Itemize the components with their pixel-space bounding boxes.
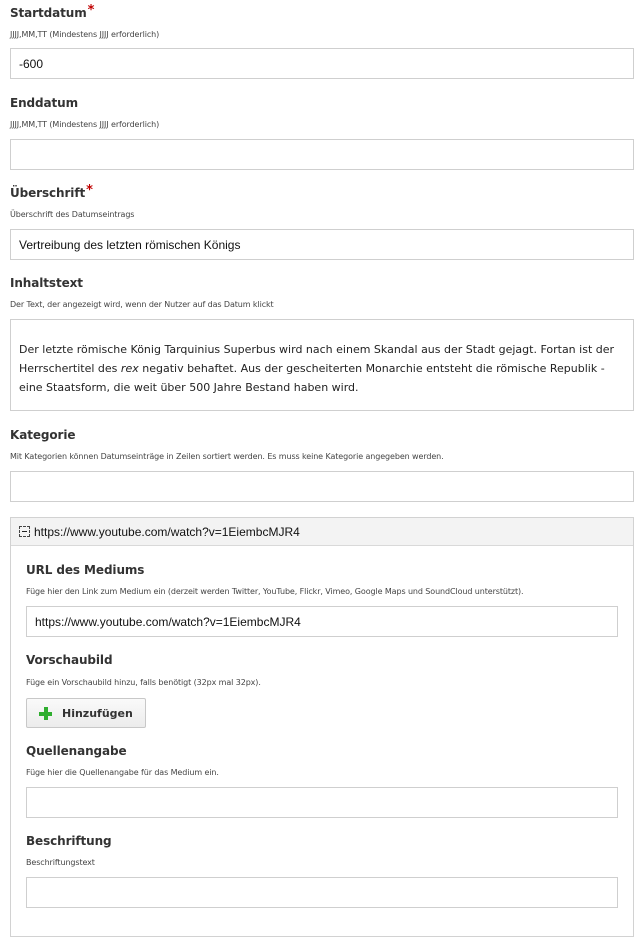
add-thumbnail-button-label: Hinzufügen (62, 706, 133, 720)
add-thumbnail-button[interactable]: Hinzufügen (26, 698, 146, 728)
plus-icon (39, 706, 52, 720)
media-url-label: URL des Mediums (26, 563, 145, 577)
source-hint: Füge hier die Quellenangabe für das Medi… (26, 768, 219, 777)
headline-label-text: Überschrift (10, 186, 86, 200)
category-input[interactable] (10, 471, 634, 502)
collapse-icon[interactable] (19, 526, 30, 537)
media-panel-title: https://www.youtube.com/watch?v=1EiembcM… (34, 525, 300, 539)
start-date-input[interactable]: -600 (10, 48, 634, 79)
source-input[interactable] (26, 787, 618, 818)
body-text-hint: Der Text, der angezeigt wird, wenn der N… (10, 300, 274, 309)
media-panel-header[interactable]: https://www.youtube.com/watch?v=1EiembcM… (11, 518, 633, 546)
end-date-label: Enddatum (10, 96, 79, 110)
start-date-hint: JJJJ,MM,TT (Mindestens JJJJ erforderlich… (10, 30, 160, 39)
thumbnail-hint: Füge ein Vorschaubild hinzu, falls benöt… (26, 678, 261, 687)
body-text-label: Inhaltstext (10, 276, 83, 290)
start-date-label: Startdatum* (10, 3, 95, 21)
end-date-input[interactable] (10, 139, 634, 170)
media-url-input[interactable]: https://www.youtube.com/watch?v=1EiembcM… (26, 606, 618, 637)
headline-input[interactable]: Vertreibung des letzten römischen Königs (10, 229, 634, 260)
category-hint: Mit Kategorien können Datumseinträge in … (10, 452, 444, 461)
body-text-area[interactable]: Der letzte römische König Tarquinius Sup… (10, 319, 634, 411)
thumbnail-label: Vorschaubild (26, 653, 113, 667)
headline-hint: Überschrift des Datumseintrags (10, 210, 135, 219)
end-date-hint: JJJJ,MM,TT (Mindestens JJJJ erforderlich… (10, 120, 160, 129)
category-label: Kategorie (10, 428, 76, 442)
headline-label: Überschrift* (10, 183, 93, 201)
media-url-hint: Füge hier den Link zum Medium ein (derze… (26, 587, 524, 596)
caption-input[interactable] (26, 877, 618, 908)
body-text-emphasis: rex (120, 362, 139, 375)
start-date-label-text: Startdatum (10, 6, 87, 20)
caption-label: Beschriftung (26, 834, 112, 848)
required-asterisk: * (87, 3, 95, 18)
caption-hint: Beschriftungstext (26, 858, 95, 867)
required-asterisk: * (86, 183, 93, 198)
source-label: Quellenangabe (26, 744, 127, 758)
